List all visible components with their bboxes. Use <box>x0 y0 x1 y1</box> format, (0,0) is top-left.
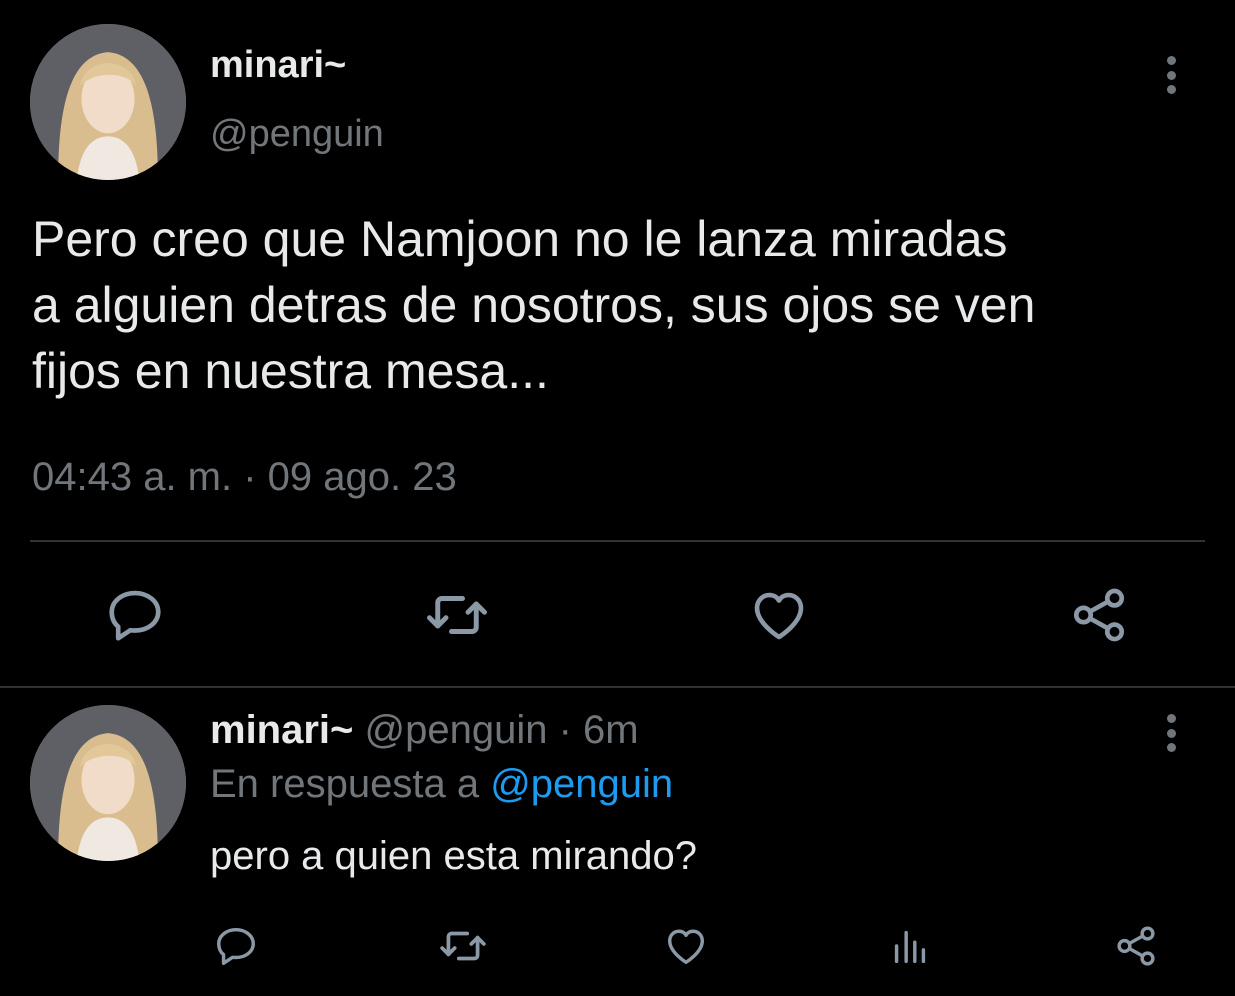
reply-display-name[interactable]: minari~ <box>210 708 353 752</box>
reply-share-button[interactable] <box>1112 922 1160 970</box>
tweet-text: Pero creo que Namjoon no le lanza mirada… <box>32 211 1036 399</box>
reply-time[interactable]: 6m <box>583 708 639 752</box>
like-icon <box>754 592 804 640</box>
reply-text: pero a quien esta mirando? <box>210 834 697 878</box>
user-handle[interactable]: @penguin <box>210 113 384 156</box>
share-button[interactable] <box>1066 582 1132 648</box>
share-icon <box>1117 926 1155 966</box>
more-vertical-icon[interactable] <box>1159 714 1183 752</box>
avatar[interactable] <box>30 24 186 180</box>
analytics-icon <box>894 930 926 964</box>
avatar-image <box>30 24 186 180</box>
reply-prefix: En respuesta a <box>210 762 491 806</box>
retweet-button[interactable] <box>424 582 490 648</box>
reply-separator: · <box>547 708 584 752</box>
display-name[interactable]: minari~ <box>210 44 346 87</box>
reply-like-button[interactable] <box>662 922 710 970</box>
like-button[interactable] <box>746 582 812 648</box>
reply-button[interactable] <box>102 582 168 648</box>
analytics-button[interactable] <box>886 922 934 970</box>
share-icon <box>1073 588 1125 642</box>
retweet-icon <box>440 931 486 961</box>
more-vertical-icon[interactable] <box>1159 56 1183 94</box>
avatar-image <box>30 705 186 861</box>
reply-icon <box>109 590 161 641</box>
reply-reply-button[interactable] <box>212 922 260 970</box>
retweet-icon <box>427 596 487 634</box>
reply-icon <box>217 927 255 965</box>
reply-retweet-button[interactable] <box>438 922 488 970</box>
divider <box>30 540 1205 542</box>
reply-handle[interactable]: @penguin <box>365 708 548 752</box>
tweet-separator <box>0 686 1235 688</box>
reply-context: En respuesta a @penguin <box>210 762 673 807</box>
tweet-timestamp[interactable]: 04:43 a. m. · 09 ago. 23 <box>32 455 457 500</box>
like-icon <box>667 929 705 965</box>
reply-to-link[interactable]: @penguin <box>490 762 673 806</box>
reply-avatar[interactable] <box>30 705 186 861</box>
reply-header: minari~ @penguin · 6m <box>210 708 639 753</box>
